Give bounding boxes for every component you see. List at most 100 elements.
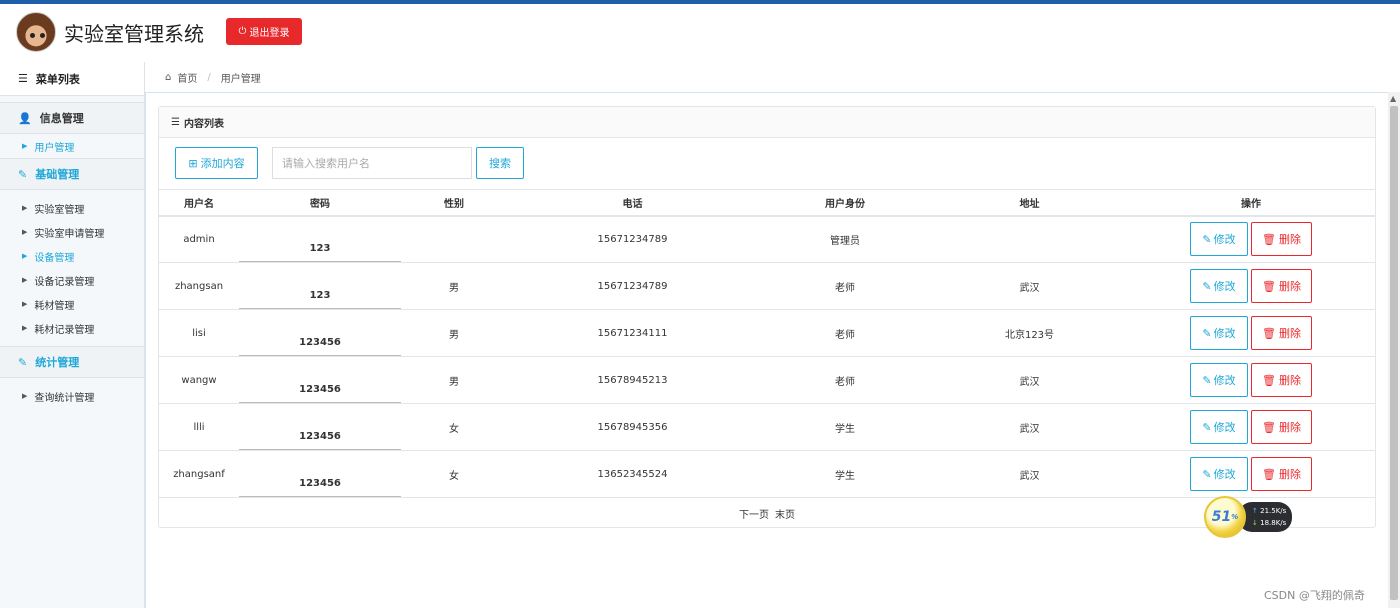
table-row: admin 123 15671234789 管理员 ✎ 修改 🗑 删除 — [159, 215, 1375, 263]
search-button[interactable]: 搜索 — [476, 147, 524, 179]
column-header: 地址 — [932, 189, 1127, 217]
actions-cell: ✎ 修改 🗑 删除 — [1127, 215, 1375, 263]
trash-icon: 🗑 — [1262, 232, 1276, 246]
edit-label: 修改 — [1213, 421, 1236, 434]
caret-right-icon: ▶ — [22, 324, 28, 332]
delete-label: 删除 — [1278, 468, 1301, 481]
edit-button[interactable]: ✎ 修改 — [1190, 363, 1248, 397]
logout-button[interactable]: ⏻ 退出登录 — [226, 18, 302, 45]
gender-cell: 男 — [401, 262, 507, 310]
breadcrumb-home[interactable]: 首页 — [177, 70, 197, 85]
caret-right-icon: ▶ — [22, 392, 28, 400]
last-page-link[interactable]: 末页 — [775, 506, 795, 521]
role-cell: 老师 — [758, 309, 932, 357]
trash-icon: 🗑 — [1262, 467, 1276, 481]
sidebar-item-equipment[interactable]: ▶ 设备管理 — [0, 244, 144, 268]
caret-right-icon: ▶ — [22, 142, 28, 150]
next-page-link[interactable]: 下一页 — [739, 506, 769, 521]
download-arrow-icon: ↓ — [1252, 519, 1258, 527]
edit-icon: ✎ — [18, 167, 28, 181]
gender-cell — [401, 215, 507, 263]
password-value: 123456 — [299, 337, 341, 348]
gender-cell: 女 — [401, 403, 507, 451]
sidebar-item-label: 耗材管理 — [34, 300, 75, 312]
upload-speed: 21.5 — [1260, 507, 1276, 515]
sidebar-group-stats[interactable]: ✎ 统计管理 — [0, 346, 144, 378]
phone-cell: 15671234111 — [507, 309, 758, 357]
sidebar-item-lab-apply[interactable]: ▶ 实验室申请管理 — [0, 220, 144, 244]
network-speed-widget[interactable]: ↑ 21.5K/s ↓ 18.8K/s 51% — [1204, 496, 1292, 538]
search-input[interactable] — [272, 147, 472, 179]
gender-cell: 男 — [401, 309, 507, 357]
sidebar-item-label: 查询统计管理 — [34, 392, 95, 404]
breadcrumb-separator: / — [207, 72, 211, 83]
edit-button[interactable]: ✎ 修改 — [1190, 269, 1248, 303]
upload-arrow-icon: ↑ — [1252, 507, 1258, 515]
password-value: 123456 — [299, 478, 341, 489]
delete-button[interactable]: 🗑 删除 — [1251, 457, 1312, 491]
delete-button[interactable]: 🗑 删除 — [1251, 410, 1312, 444]
sidebar-item-consumables[interactable]: ▶ 耗材管理 — [0, 292, 144, 316]
sidebar-group-label: 基础管理 — [35, 168, 80, 181]
actions-cell: ✎ 修改 🗑 删除 — [1127, 403, 1375, 451]
edit-icon: ✎ — [1202, 467, 1212, 481]
sidebar-item-lab[interactable]: ▶ 实验室管理 — [0, 196, 144, 220]
app-title: 实验室管理系统 — [64, 22, 204, 46]
home-icon: ⌂ — [165, 72, 172, 83]
list-icon: ☰ — [171, 116, 180, 128]
scrollbar-thumb[interactable] — [1390, 106, 1398, 600]
gender-cell: 女 — [401, 450, 507, 498]
phone-cell: 15678945356 — [507, 403, 758, 451]
phone-cell: 15678945213 — [507, 356, 758, 404]
user-icon: 👤 — [18, 111, 32, 125]
table-row: llli 123456 女 15678945356 学生 武汉 ✎ 修改 🗑 删除 — [159, 403, 1375, 451]
breadcrumb: ⌂ 首页 / 用户管理 — [165, 70, 261, 85]
sidebar-item-query-stats[interactable]: ▶ 查询统计管理 — [0, 384, 144, 408]
password-underline — [239, 496, 401, 497]
actions-cell: ✎ 修改 🗑 删除 — [1127, 309, 1375, 357]
column-header: 电话 — [507, 189, 758, 217]
add-content-button[interactable]: ⊞ 添加内容 — [175, 147, 258, 179]
delete-button[interactable]: 🗑 删除 — [1251, 363, 1312, 397]
sidebar-item-user-management[interactable]: ▶ 用户管理 — [0, 134, 144, 158]
role-cell: 学生 — [758, 450, 932, 498]
address-cell: 武汉 — [932, 262, 1127, 310]
sidebar-item-label: 设备记录管理 — [34, 276, 95, 288]
delete-button[interactable]: 🗑 删除 — [1251, 269, 1312, 303]
plus-square-icon: ⊞ — [188, 156, 198, 170]
delete-button[interactable]: 🗑 删除 — [1251, 222, 1312, 257]
address-cell: 武汉 — [932, 403, 1127, 451]
address-cell: 北京123号 — [932, 309, 1127, 357]
delete-button[interactable]: 🗑 删除 — [1251, 316, 1312, 350]
role-cell: 学生 — [758, 403, 932, 451]
username-cell: zhangsanf — [159, 450, 239, 498]
username-cell: llli — [159, 403, 239, 451]
edit-label: 修改 — [1213, 374, 1236, 387]
scroll-up-icon[interactable]: ▲ — [1390, 94, 1396, 103]
user-avatar — [16, 12, 56, 52]
page-scrollbar[interactable]: ▲ — [1388, 92, 1400, 608]
column-header: 操作 — [1127, 189, 1375, 217]
sidebar-group-info[interactable]: 👤 信息管理 — [0, 102, 144, 134]
edit-button[interactable]: ✎ 修改 — [1190, 410, 1248, 444]
edit-button[interactable]: ✎ 修改 — [1190, 316, 1248, 350]
percent-sign: % — [1231, 513, 1239, 521]
address-cell: 武汉 — [932, 356, 1127, 404]
edit-button[interactable]: ✎ 修改 — [1190, 222, 1248, 257]
caret-right-icon: ▶ — [22, 252, 28, 260]
sidebar-item-label: 用户管理 — [34, 142, 75, 154]
sidebar-item-consumables-record[interactable]: ▶ 耗材记录管理 — [0, 316, 144, 340]
sidebar-group-basic[interactable]: ✎ 基础管理 — [0, 158, 144, 190]
edit-icon: ✎ — [1202, 279, 1212, 293]
avatar-eye — [40, 33, 45, 38]
content-panel: ☰ 内容列表 ⊞ 添加内容 搜索 用户名 密码 性别 电话 用户身份 地址 操作… — [158, 106, 1376, 528]
delete-label: 删除 — [1278, 374, 1301, 387]
toolbar: ⊞ 添加内容 搜索 — [175, 147, 524, 179]
sidebar-item-equipment-record[interactable]: ▶ 设备记录管理 — [0, 268, 144, 292]
add-content-label: 添加内容 — [200, 157, 245, 170]
panel-header: ☰ 内容列表 — [159, 107, 1375, 138]
edit-button[interactable]: ✎ 修改 — [1190, 457, 1248, 491]
caret-right-icon: ▶ — [22, 276, 28, 284]
sidebar-item-label: 设备管理 — [34, 252, 75, 264]
column-header: 用户名 — [159, 189, 239, 217]
